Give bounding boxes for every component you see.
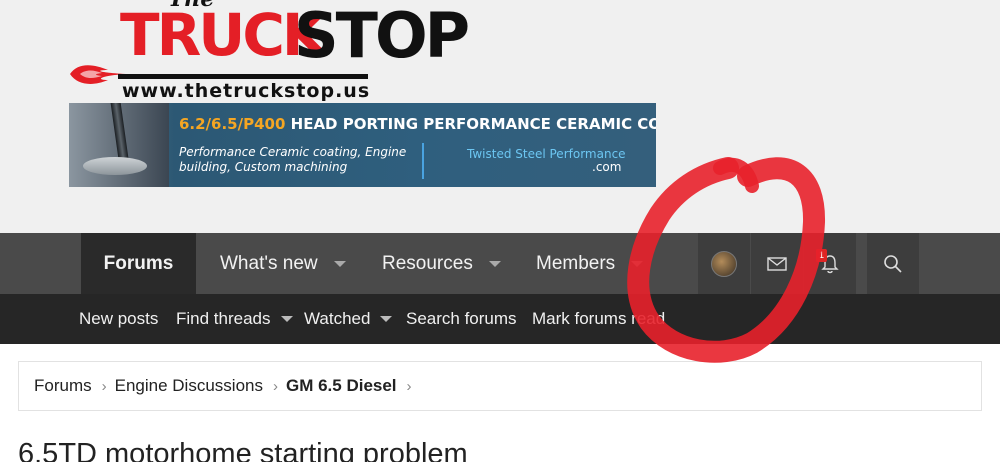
tab-whats-new[interactable]: What's new	[220, 233, 346, 294]
subnav-search-forums[interactable]: Search forums	[406, 294, 517, 344]
subnav-mark-forums-read-label: Mark forums read	[532, 309, 666, 328]
sub-nav: New posts Find threads Watched Search fo…	[0, 294, 1000, 344]
avatar	[711, 250, 737, 277]
tab-forums[interactable]: Forums	[81, 233, 196, 294]
chevron-down-icon[interactable]	[280, 316, 293, 322]
tab-members-label: Members	[536, 252, 616, 274]
search-button[interactable]	[867, 233, 919, 294]
search-icon	[884, 254, 902, 273]
subnav-watched-label: Watched	[304, 309, 371, 328]
subnav-new-posts-label: New posts	[79, 309, 159, 328]
breadcrumb-engine-discussions[interactable]: Engine Discussions	[115, 376, 263, 396]
chevron-down-icon[interactable]	[380, 316, 393, 322]
banner-brand-tld: .com	[592, 160, 622, 174]
banner-brand: Twisted Steel Performance	[467, 147, 626, 161]
banner-subtext: Performance Ceramic coating, Engine buil…	[179, 145, 406, 175]
tab-whats-new-label: What's new	[220, 252, 318, 274]
page-title: 6.5TD motorhome starting problem	[18, 438, 468, 462]
alerts-button[interactable]: 1	[804, 233, 856, 294]
chevron-down-icon[interactable]	[488, 260, 501, 267]
logo-underline	[118, 74, 368, 79]
tab-members[interactable]: Members	[536, 233, 644, 294]
envelope-icon	[767, 256, 787, 271]
inbox-button[interactable]	[751, 233, 803, 294]
site-logo[interactable]: The TRUCK STOP www.thetruckstop.us	[68, 0, 548, 102]
breadcrumb-forums[interactable]: Forums	[34, 376, 92, 396]
breadcrumb: Forums › Engine Discussions › GM 6.5 Die…	[18, 361, 982, 411]
tab-resources[interactable]: Resources	[382, 233, 501, 294]
tab-forums-label: Forums	[103, 252, 174, 274]
banner-divider	[422, 143, 424, 179]
valve-image	[69, 103, 169, 187]
logo-url: www.thetruckstop.us	[122, 80, 371, 102]
subnav-watched[interactable]: Watched	[304, 294, 393, 344]
banner-headline-models: 6.2/6.5/P400	[179, 115, 286, 133]
banner-headline-service: HEAD PORTING PERFORMANCE CERAMIC COATING	[290, 115, 656, 133]
subnav-find-threads-label: Find threads	[176, 309, 271, 328]
site-header: The TRUCK STOP www.thetruckstop.us 6.2/6…	[0, 0, 1000, 233]
subnav-search-forums-label: Search forums	[406, 309, 517, 328]
ad-banner[interactable]: 6.2/6.5/P400 HEAD PORTING PERFORMANCE CE…	[69, 103, 656, 187]
breadcrumb-gm-65-diesel[interactable]: GM 6.5 Diesel	[286, 376, 397, 396]
subnav-new-posts[interactable]: New posts	[79, 294, 158, 344]
tab-resources-label: Resources	[382, 252, 473, 274]
chevron-right-icon: ›	[272, 377, 278, 395]
chevron-down-icon[interactable]	[333, 260, 346, 267]
banner-sub-line1: Performance Ceramic coating, Engine	[179, 145, 407, 159]
banner-headline: 6.2/6.5/P400 HEAD PORTING PERFORMANCE CE…	[179, 115, 656, 133]
account-button[interactable]	[698, 233, 750, 294]
main-nav: Forums What's new Resources Members 1	[0, 233, 1000, 294]
chevron-down-icon[interactable]	[631, 260, 644, 267]
alerts-count-badge: 1	[816, 249, 827, 262]
banner-sub-line2: building, Custom machining	[179, 160, 348, 174]
chevron-right-icon: ›	[406, 377, 412, 395]
chevron-right-icon: ›	[101, 377, 107, 395]
subnav-find-threads[interactable]: Find threads	[176, 294, 293, 344]
subnav-mark-forums-read[interactable]: Mark forums read	[532, 294, 665, 344]
logo-stop-text: STOP	[294, 0, 470, 72]
